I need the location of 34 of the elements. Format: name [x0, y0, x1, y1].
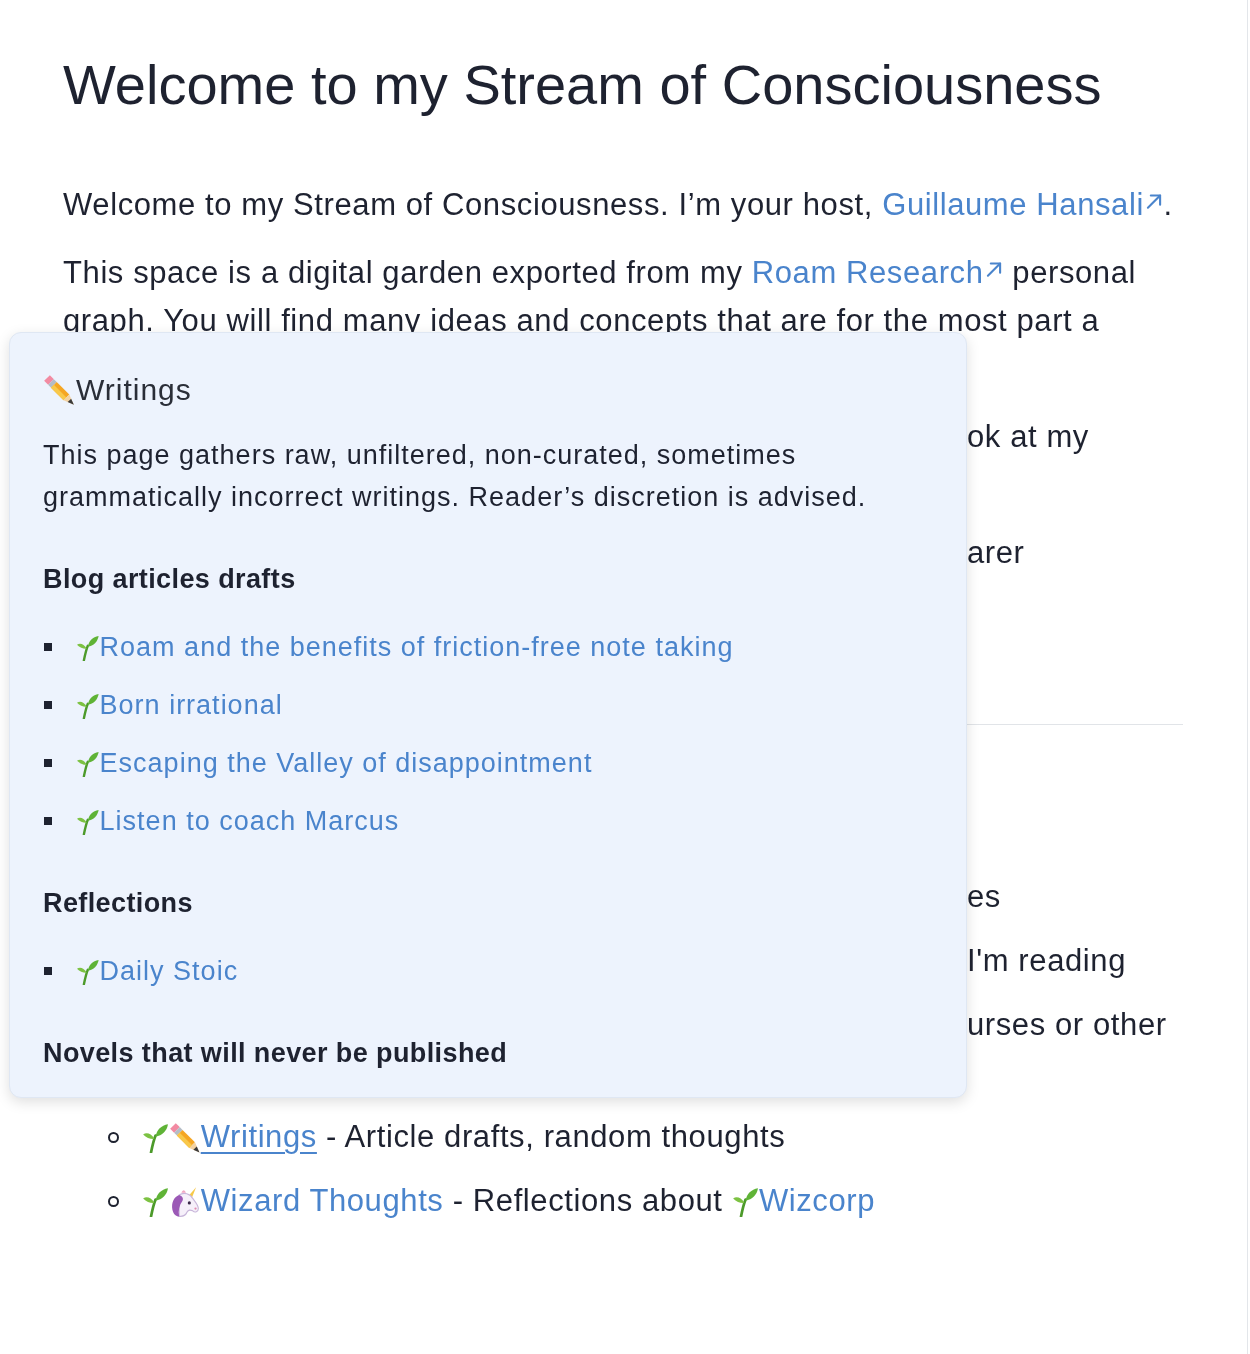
text-fragment: I'm reading — [967, 943, 1126, 978]
text-fragment: es — [967, 879, 1001, 914]
note-link[interactable]: Escaping the Valley of disappointment — [76, 742, 593, 784]
pencil-icon — [169, 1121, 201, 1154]
text-fragment: ok at my — [967, 419, 1089, 454]
intro-paragraph: Welcome to my Stream of Consciousness. I’m your host, Guillaume Hansali . — [63, 186, 1174, 224]
bullet-icon — [108, 1131, 119, 1143]
external-link[interactable]: Roam Research — [751, 255, 1004, 290]
page-link[interactable]: Writings — [142, 1119, 317, 1154]
list-item-text: Wizard Thoughts - Reflections about Wizcorp — [142, 1177, 876, 1225]
external-link[interactable]: Guillaume Hansali — [882, 187, 1164, 222]
bullet-icon — [108, 1195, 119, 1207]
popover-title: Writings — [76, 372, 192, 408]
pencil-icon — [43, 374, 75, 406]
bullet-icon — [44, 643, 52, 651]
bullet-icon — [44, 759, 52, 767]
popover-description: This page gathers raw, unfiltered, non-curated, sometimes grammatically incorrect writings. Reader’s discretion is advised. — [43, 439, 868, 514]
note-link[interactable]: Born irrational — [76, 684, 283, 726]
section-heading: Reflections — [43, 887, 194, 920]
bullet-icon — [44, 701, 52, 709]
bullet-icon — [44, 817, 52, 825]
text-fragment: arer — [967, 535, 1025, 570]
unicorn-icon — [169, 1185, 201, 1218]
section-heading: Novels that will never be published — [43, 1037, 509, 1070]
note-link[interactable]: Roam and the benefits of friction-free note taking — [76, 626, 734, 668]
page-link[interactable]: Wizard Thoughts — [142, 1183, 444, 1218]
page-title: Welcome to my Stream of Consciousness — [63, 52, 1103, 118]
text-fragment: urses or other — [967, 1007, 1167, 1042]
page-link[interactable]: Wizcorp — [731, 1183, 876, 1218]
note-link[interactable]: Listen to coach Marcus — [76, 800, 400, 842]
note-link[interactable]: Daily Stoic — [76, 950, 239, 992]
list-item-text: Writings - Article drafts, random thoughts — [142, 1113, 786, 1161]
bullet-icon — [44, 967, 52, 975]
section-heading: Blog articles drafts — [43, 563, 297, 596]
